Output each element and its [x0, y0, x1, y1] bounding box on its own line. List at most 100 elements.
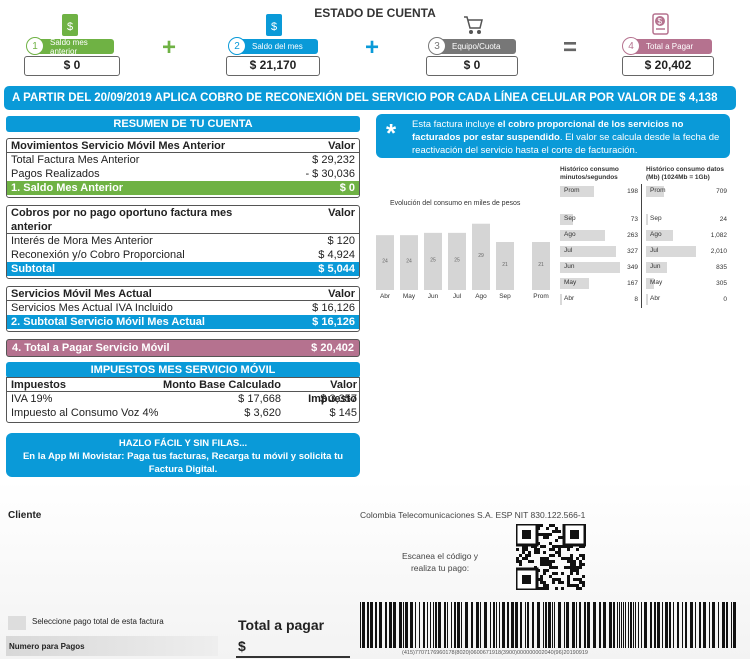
resumen-title: RESUMEN DE TU CUENTA	[6, 116, 360, 132]
page-title: ESTADO DE CUENTA	[314, 6, 436, 20]
hist-value: 1,082	[710, 232, 727, 239]
col-header: Valor	[328, 288, 355, 300]
table-row: Interés de Mora Mes Anterior $ 120	[11, 235, 355, 247]
hist-month-label: Ago	[564, 231, 576, 238]
x-tick-label: Sep	[499, 293, 511, 300]
total-pagar-underline	[236, 656, 350, 658]
hist-month-label: Abr	[564, 295, 575, 302]
x-tick-label: Jul	[453, 293, 462, 300]
table-row: Total Factura Mes Anterior $ 29,232	[11, 154, 355, 166]
svg-text:$: $	[67, 21, 73, 33]
hist-month-label: Abr	[650, 295, 661, 302]
table-row: Servicios Mes Actual IVA Incluido $ 16,12…	[11, 302, 355, 314]
hist-min-title: Histórico consumo minutos/segundos	[560, 166, 619, 181]
saldo-anterior-total: 1. Saldo Mes Anterior $ 0	[7, 181, 359, 195]
col-header: Valor	[328, 140, 355, 152]
svg-text:$: $	[271, 21, 277, 33]
hist-value: 8	[634, 296, 638, 303]
hist-month-label: Prom	[564, 187, 580, 194]
hist-value: 198	[627, 188, 638, 195]
hist-month-label: Jun	[650, 263, 661, 270]
hist-value: 327	[627, 248, 638, 255]
x-tick-label: Abr	[380, 293, 391, 300]
hist-value: 263	[627, 232, 638, 239]
x-tick-label: Ago	[475, 293, 487, 300]
impuestos-table: Impuestos Monto Base Calculado Valor Imp…	[6, 377, 360, 423]
hist-value: 73	[630, 216, 638, 223]
pago-total-checkbox[interactable]	[8, 616, 26, 630]
bar-value-label: 29	[478, 253, 484, 259]
cobro-proporcional-note: * Esta factura incluye el cobro proporci…	[376, 114, 730, 158]
hist-month-label: May	[564, 279, 577, 286]
table-row: Reconexión y/o Cobro Proporcional $ 4,924	[11, 249, 355, 261]
total-pagar-value: $ 20,402	[622, 56, 714, 76]
hist-month-label: Jul	[564, 247, 573, 254]
asterisk-icon: *	[386, 118, 397, 148]
svg-text:$: $	[658, 17, 663, 26]
step-equipo-cuota: 3 Equipo/Cuota	[428, 37, 516, 55]
barcode	[360, 602, 740, 648]
bar-value-label: 25	[454, 257, 460, 263]
total-pagar-servicio: 4. Total a Pagar Servicio Móvil $ 20,402	[6, 339, 360, 357]
hist-value: 167	[627, 280, 638, 287]
company-info: Colombia Telecomunicaciones S.A. ESP NIT…	[360, 510, 586, 520]
hist-month-label: Jun	[564, 263, 575, 270]
plus-sign: +	[162, 34, 177, 61]
hist-month-label: Jul	[650, 247, 659, 254]
hist-month-label: Ago	[650, 231, 662, 238]
hist-bar	[646, 214, 648, 225]
table-row: IVA 19% $ 17,668 $ 3,357	[11, 393, 357, 405]
total-pagar-label: Total a pagar	[238, 617, 325, 633]
bar-value-label: 24	[382, 259, 388, 265]
numero-pagos-label: Numero para Pagos	[9, 642, 85, 651]
col-header: Valor	[328, 207, 355, 219]
numero-pagos-field[interactable]: Numero para Pagos	[6, 636, 218, 656]
x-tick-label: May	[403, 293, 416, 300]
col-header: Cobros por no pago oportuno factura mes …	[11, 207, 233, 233]
equals-sign: =	[563, 34, 578, 61]
hist-value: 24	[719, 216, 727, 223]
reconexion-banner: A PARTIR DEL 20/09/2019 APLICA COBRO DE …	[4, 86, 736, 128]
x-tick-label: Prom	[533, 293, 549, 300]
hist-min-table: Prom 198 Sep 73 Ago 263 Jul 327 Jun 349 May 167 Abr 8	[560, 184, 642, 308]
invoice-icon: $	[266, 14, 282, 36]
step-total-pagar: 4 Total a Pagar	[622, 37, 712, 55]
subtotal-row: Subtotal $ 5,044	[7, 262, 359, 276]
scan-instructions: Escanea el código y realiza tu pago:	[401, 551, 479, 573]
movimientos-table: Movimientos Servicio Móvil Mes Anterior V…	[6, 138, 360, 198]
hist-data-title: Histórico consumo datos (Mb) (1024Mb = 1…	[646, 166, 725, 181]
bar-value-label: 24	[406, 259, 412, 265]
chart-title: Evolución del consumo en miles de pesos	[390, 200, 521, 207]
barcode-text: (415)7707176960178(8020)0600671918(3900)…	[402, 650, 588, 656]
step-saldo-mes: 2 Saldo del mes	[228, 37, 318, 55]
saldo-anterior-value: $ 0	[24, 56, 120, 76]
hist-value: 0	[723, 296, 727, 303]
plus-sign: +	[365, 34, 380, 61]
total-pagar-amount: $	[238, 638, 246, 654]
cobros-table: Cobros por no pago oportuno factura mes …	[6, 205, 360, 279]
equipo-cuota-value: $ 0	[426, 56, 518, 76]
col-header: Servicios Móvil Mes Actual	[11, 288, 152, 300]
servicios-table: Servicios Móvil Mes Actual Valor Servicio…	[6, 286, 360, 332]
hist-value: 305	[716, 280, 727, 287]
hist-value: 349	[627, 264, 638, 271]
table-row: Pagos Realizados - $ 30,036	[11, 168, 355, 180]
qr-code	[514, 522, 587, 592]
hist-month-label: Sep	[650, 215, 662, 222]
bill-icon: $	[650, 12, 672, 36]
saldo-mes-value: $ 21,170	[226, 56, 320, 76]
table-row: Impuesto al Consumo Voz 4% $ 3,620 $ 145	[11, 407, 357, 419]
hist-month-label: Prom	[650, 187, 666, 194]
hist-month-label: May	[650, 279, 663, 286]
invoice-icon: $	[62, 14, 78, 36]
hist-value: 835	[716, 264, 727, 271]
hist-value: 709	[716, 188, 727, 195]
pago-total-label: Seleccione pago total de esta factura	[32, 617, 164, 626]
app-promo-banner: HAZLO FÁCIL Y SIN FILAS... En la App Mi …	[6, 433, 360, 477]
step-saldo-anterior: 1 Saldo mes anterior	[26, 37, 114, 56]
subtotal-servicio-row: 2. Subtotal Servicio Móvil Mes Actual $ 1…	[7, 315, 359, 329]
hist-data-table: Prom 709 Sep 24 Ago 1,082 Jul 2,010 Jun 835 May 305…	[646, 184, 730, 308]
col-header: Movimientos Servicio Móvil Mes Anterior	[11, 140, 226, 152]
cliente-label: Cliente	[8, 510, 42, 521]
bar-value-label: 21	[502, 262, 508, 268]
